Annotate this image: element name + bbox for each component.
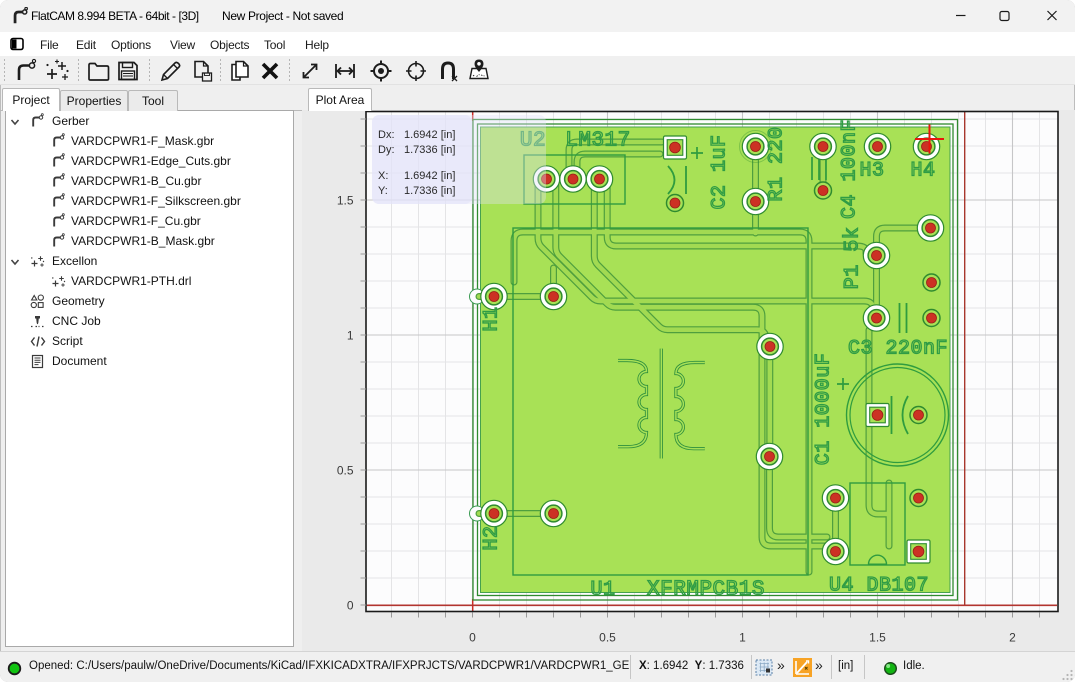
svg-text:C2 1uF: C2 1uF bbox=[708, 134, 731, 209]
svg-text:C4 100nF: C4 100nF bbox=[838, 119, 861, 219]
svg-text:1.6942 [in]: 1.6942 [in] bbox=[404, 129, 455, 141]
svg-text:XFRMPCB1S: XFRMPCB1S bbox=[647, 579, 765, 602]
svg-text:LM317: LM317 bbox=[565, 130, 631, 153]
svg-text:C3 220nF: C3 220nF bbox=[848, 337, 948, 360]
svg-text:1.5: 1.5 bbox=[337, 194, 354, 208]
svg-text:1: 1 bbox=[347, 329, 354, 343]
svg-text:0.5: 0.5 bbox=[599, 631, 616, 645]
svg-text:H2: H2 bbox=[480, 525, 503, 550]
svg-text:Y:: Y: bbox=[378, 185, 388, 197]
svg-text:R1 220: R1 220 bbox=[765, 126, 788, 201]
svg-text:U4 DB107: U4 DB107 bbox=[829, 574, 929, 597]
svg-text:Dy:: Dy: bbox=[378, 144, 395, 156]
svg-text:1.5: 1.5 bbox=[869, 631, 886, 645]
svg-text:X:: X: bbox=[378, 170, 388, 182]
svg-text:H4: H4 bbox=[910, 159, 935, 182]
svg-text:P1 5k: P1 5k bbox=[841, 227, 864, 290]
svg-text:H1: H1 bbox=[480, 306, 503, 331]
svg-text:0.5: 0.5 bbox=[337, 464, 354, 478]
svg-text:Dx:: Dx: bbox=[378, 129, 395, 141]
svg-text:H3: H3 bbox=[859, 159, 884, 182]
svg-text:2: 2 bbox=[1009, 631, 1016, 645]
svg-text:1.7336 [in]: 1.7336 [in] bbox=[404, 144, 455, 156]
svg-text:1.6942 [in]: 1.6942 [in] bbox=[404, 170, 455, 182]
svg-text:0: 0 bbox=[469, 631, 476, 645]
svg-text:U1: U1 bbox=[590, 578, 615, 601]
svg-text:0: 0 bbox=[347, 599, 354, 613]
svg-text:C1 1000uF: C1 1000uF bbox=[812, 353, 835, 466]
svg-text:1.7336 [in]: 1.7336 [in] bbox=[404, 185, 455, 197]
svg-text:1: 1 bbox=[739, 631, 746, 645]
